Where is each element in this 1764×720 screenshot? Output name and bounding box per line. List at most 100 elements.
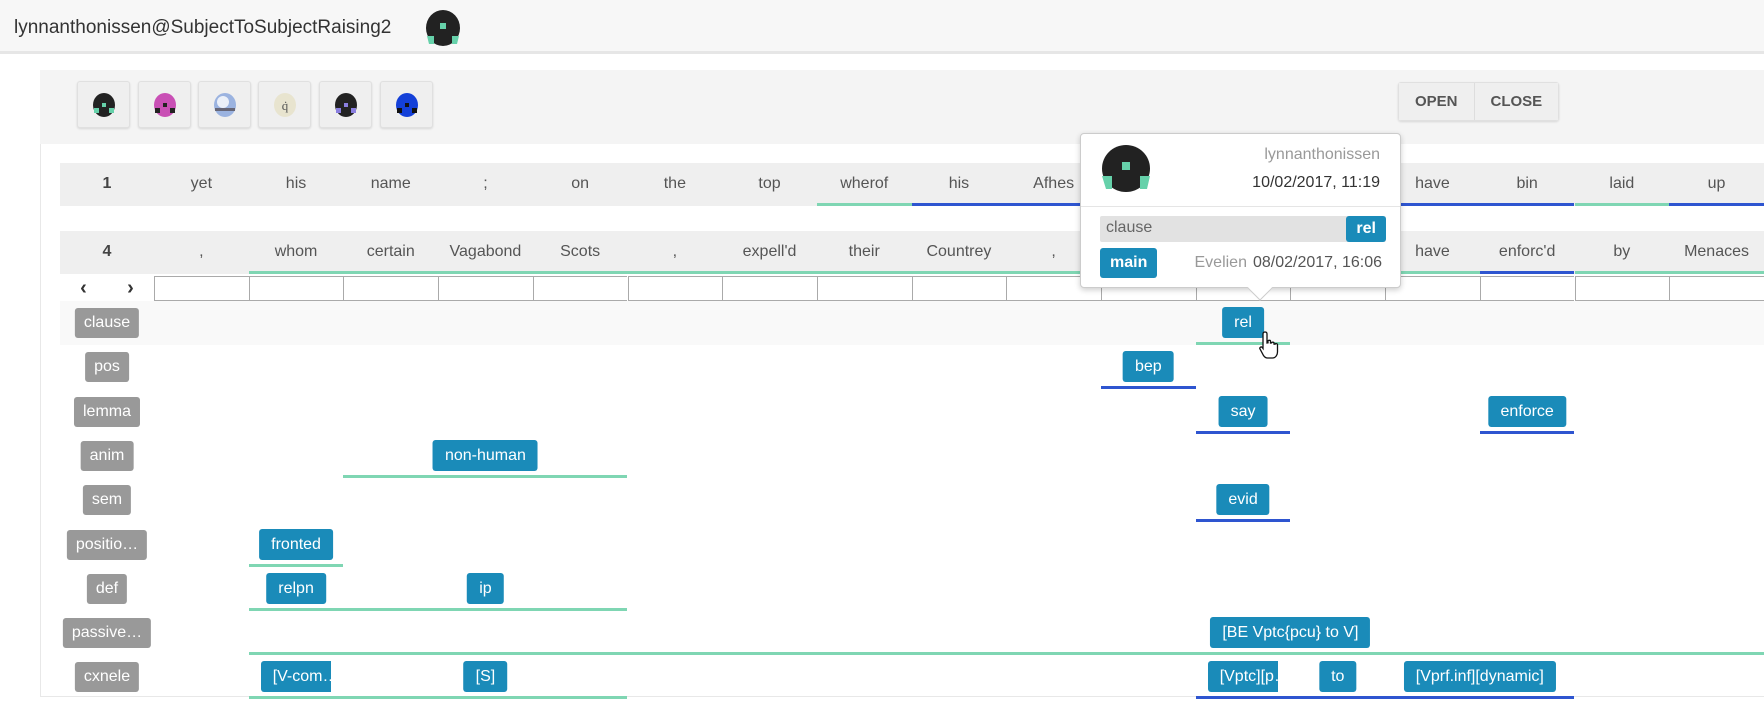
token-column-cell[interactable] (154, 276, 249, 301)
annotator-avatar-button[interactable] (138, 81, 191, 128)
token-column-cell[interactable] (248, 276, 344, 301)
token-column-cell[interactable] (627, 276, 723, 301)
token[interactable]: his (912, 163, 1007, 206)
next-arrow-icon[interactable]: › (127, 277, 134, 300)
token[interactable]: enforc'd (1480, 231, 1575, 274)
previous-user: Evelien (1194, 254, 1247, 271)
token[interactable]: name (343, 163, 438, 206)
annotation-value-chip[interactable]: bep (1122, 351, 1174, 383)
sentence-row: 1 yet his name; on the top wherof his Afhes have bi… (60, 163, 1764, 206)
open-button[interactable]: OPEN (1399, 83, 1474, 120)
token[interactable]: on (533, 163, 628, 206)
token-span-underline (1385, 203, 1575, 206)
layer-label[interactable]: cxnele (74, 662, 140, 693)
annotator-avatar-button[interactable] (319, 81, 372, 128)
token[interactable]: their (817, 231, 912, 274)
annotation-value-chip[interactable]: [BE Vptc{pcu} to V] (1210, 617, 1371, 649)
token[interactable]: his (249, 163, 344, 206)
token[interactable]: Scots (533, 231, 628, 274)
annotation-value-chip[interactable]: ip (467, 572, 504, 604)
annotation-value-chip[interactable]: [Vptc][p… (1207, 661, 1279, 693)
annotation-value-chip[interactable]: [S] (463, 661, 508, 693)
annotator-avatar-button[interactable] (198, 81, 251, 128)
token[interactable]: Vagabond (438, 231, 533, 274)
current-value-chip[interactable]: rel (1346, 216, 1386, 242)
token[interactable]: certain (343, 231, 438, 274)
annotation-layer-row: positio… fronted (60, 523, 1764, 567)
token-column-cell[interactable] (911, 276, 1007, 301)
layer-label[interactable]: clause (74, 308, 140, 338)
avatar-purple-icon (334, 92, 357, 117)
top-bar: lynnanthonissen@SubjectToSubjectRaising2 (0, 0, 1764, 54)
token-span-underline (911, 203, 1101, 206)
token[interactable]: top (722, 163, 817, 206)
current-annotation: clause rel (1100, 216, 1386, 242)
annotation-layer-row: pos bep (60, 345, 1764, 390)
annotation-value-chip[interactable]: relpn (266, 572, 326, 604)
annotation-value-chip[interactable]: say (1218, 395, 1268, 427)
token[interactable]: bin (1480, 163, 1575, 206)
layer-label[interactable]: pos (85, 352, 129, 383)
token[interactable]: Menaces (1669, 231, 1764, 274)
layer-label[interactable]: lemma (73, 396, 141, 427)
token[interactable]: , (628, 231, 723, 274)
token-column-cell[interactable] (343, 276, 439, 301)
token-column-cell[interactable] (1669, 276, 1764, 301)
token-column-cell[interactable] (1479, 276, 1575, 301)
token[interactable]: laid (1575, 163, 1670, 206)
annotation-value-chip[interactable]: enforce (1488, 395, 1566, 427)
divider (1081, 206, 1400, 207)
token-column-cell[interactable] (816, 276, 912, 301)
annotation-layer-row: passive… [BE Vptc{pcu} to V] (60, 611, 1764, 656)
token[interactable]: wherof (817, 163, 912, 206)
layer-label[interactable]: anim (80, 440, 134, 471)
layer-label[interactable]: sem (82, 485, 132, 516)
hand-cursor-icon (1259, 331, 1279, 359)
token[interactable]: expell'd (722, 231, 817, 274)
layer-label[interactable]: passive… (62, 618, 152, 649)
token[interactable]: up (1669, 163, 1764, 206)
annotation-layer-row: def relpn ip (60, 567, 1764, 611)
annotation-value-chip[interactable]: [V-com… (260, 661, 332, 693)
token-column-cell[interactable] (722, 276, 817, 301)
close-button[interactable]: CLOSE (1473, 83, 1559, 120)
token-span-underline (1479, 271, 1575, 274)
annotation-span-underline (1195, 696, 1575, 700)
layer-label[interactable]: def (86, 573, 128, 604)
previous-value-chip[interactable]: main (1100, 248, 1158, 278)
token[interactable]: Countrey (912, 231, 1007, 274)
token[interactable]: ; (438, 163, 533, 206)
annotation-value-chip[interactable]: [Vprf.inf][dynamic] (1403, 661, 1556, 693)
annotation-layer-row: sem evid (60, 478, 1764, 523)
annotator-avatar-button[interactable] (77, 81, 130, 128)
token-column-cell[interactable] (532, 276, 628, 301)
annotation-span-underline (248, 696, 628, 700)
previous-arrow-icon[interactable]: ‹ (80, 277, 87, 300)
annotator-avatar-button[interactable]: q̇ (258, 81, 311, 128)
token-column-cell[interactable] (1574, 276, 1670, 301)
annotation-value-chip[interactable]: fronted (259, 528, 333, 560)
user-avatar-icon[interactable] (425, 10, 461, 46)
avatar-sphere-icon (213, 92, 236, 117)
annotation-history-popover: lynnanthonissen 10/02/2017, 11:19 clause… (1080, 133, 1401, 301)
token-span-underline (1669, 203, 1764, 206)
previous-date: 08/02/2017, 16:06 (1252, 254, 1382, 271)
token[interactable]: by (1575, 231, 1670, 274)
sentence-number: 1 (102, 175, 112, 192)
annotation-value-chip[interactable]: non-human (432, 439, 538, 471)
token[interactable]: , (154, 231, 249, 274)
annotation-value-chip[interactable]: evid (1216, 484, 1270, 516)
sentence-row: 4, whom certain Vagabond Scots, expell'd their… (60, 231, 1764, 274)
token[interactable]: whom (249, 231, 344, 274)
toolbar: OPEN CLOSE q̇ (40, 70, 1764, 144)
token[interactable]: the (628, 163, 723, 206)
annotator-avatar-button[interactable] (380, 81, 433, 128)
layer-label[interactable]: positio… (66, 529, 148, 560)
token[interactable]: yet (154, 163, 249, 206)
avatar-magenta-icon (153, 92, 176, 117)
svg-text:q̇: q̇ (281, 98, 288, 113)
annotation-layer-row: cxnele [V-com… [S] [Vptc][p… to [Vprf.inf][dy… (60, 655, 1764, 700)
previous-annotation-meta: Evelien 08/02/2017, 16:06 (1195, 254, 1383, 272)
annotation-value-chip[interactable]: to (1319, 661, 1357, 693)
token-column-cell[interactable] (438, 276, 533, 301)
